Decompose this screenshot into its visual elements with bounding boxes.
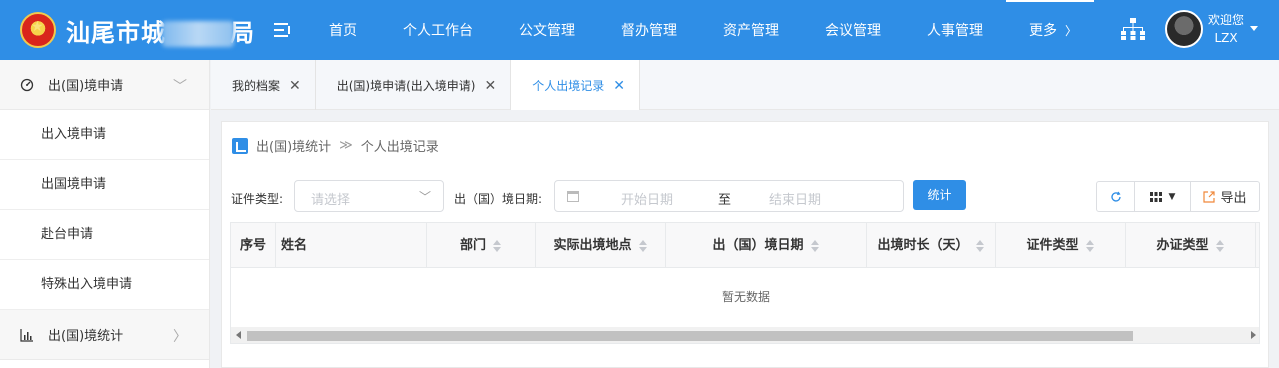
nav-assets[interactable]: 资产管理 bbox=[700, 0, 802, 60]
date-range-picker[interactable]: 开始日期 至 结束日期 bbox=[554, 180, 904, 212]
nav-home[interactable]: 首页 bbox=[306, 0, 380, 60]
caret-down-icon: ▼ bbox=[1168, 191, 1176, 202]
user-menu-caret-icon[interactable] bbox=[1250, 26, 1258, 31]
sort-icon[interactable] bbox=[975, 239, 985, 252]
tab-label: 出(国)境申请(出入境申请) bbox=[336, 79, 476, 93]
sidebar-item-taiwan[interactable]: 赴台申请 bbox=[0, 210, 209, 260]
bar-chart-icon bbox=[20, 328, 33, 342]
scroll-left-icon[interactable] bbox=[236, 331, 241, 339]
records-table: 序号 姓名 部门 实际出境地点 出（国）境日期 出境时长（天） 证件类型 办证类… bbox=[230, 222, 1260, 344]
col-issue-type[interactable]: 办证类型 bbox=[1126, 223, 1256, 268]
sort-icon[interactable] bbox=[492, 239, 502, 252]
end-date-input[interactable]: 结束日期 bbox=[769, 189, 821, 208]
col-exit-date[interactable]: 出（国）境日期 bbox=[666, 223, 867, 268]
app-title: 汕尾市城局 bbox=[66, 13, 255, 48]
chevron-down-icon: ﹀ bbox=[418, 190, 431, 204]
chart-icon bbox=[232, 137, 248, 154]
table-header: 序号 姓名 部门 实际出境地点 出（国）境日期 出境时长（天） 证件类型 办证类… bbox=[231, 223, 1259, 268]
sidebar-item-special[interactable]: 特殊出入境申请 bbox=[0, 260, 209, 310]
col-exit-location[interactable]: 实际出境地点 bbox=[536, 223, 666, 268]
start-date-input[interactable]: 开始日期 bbox=[621, 189, 673, 208]
gauge-icon bbox=[20, 78, 34, 91]
close-icon[interactable]: ✕ bbox=[484, 78, 496, 94]
tab-my-archive[interactable]: 我的档案 ✕ bbox=[211, 60, 316, 110]
close-icon[interactable]: ✕ bbox=[613, 78, 625, 94]
close-icon[interactable]: ✕ bbox=[289, 78, 301, 94]
menu-collapse-icon[interactable] bbox=[274, 21, 292, 39]
columns-button[interactable]: ▼ bbox=[1135, 182, 1191, 211]
sidebar-group-apply-label: 出(国)境申请 bbox=[48, 79, 124, 94]
sidebar-group-stats[interactable]: 出(国)境统计 〉 bbox=[0, 310, 209, 360]
top-header: 汕尾市城局 首页 个人工作台 公文管理 督办管理 资产管理 会议管理 人事管理 … bbox=[0, 0, 1279, 60]
calendar-icon bbox=[567, 191, 579, 202]
nav-more[interactable]: 更多〉 bbox=[1006, 0, 1100, 60]
tab-personal-exit-records[interactable]: 个人出境记录 ✕ bbox=[511, 60, 640, 110]
export-button[interactable]: 导出 bbox=[1191, 182, 1259, 211]
empty-state: 暂无数据 bbox=[721, 290, 770, 304]
sort-icon[interactable] bbox=[638, 239, 648, 252]
sidebar-group-stats-label: 出(国)境统计 bbox=[48, 329, 124, 344]
welcome-text: 欢迎您 bbox=[1208, 13, 1245, 27]
title-redaction bbox=[162, 21, 234, 47]
sidebar: 出(国)境申请 ﹀ 出入境申请 出国境申请 赴台申请 特殊出入境申请 出(国)境… bbox=[0, 60, 210, 368]
cert-type-placeholder: 请选择 bbox=[311, 193, 351, 208]
sidebar-item-entry-exit[interactable]: 出入境申请 bbox=[0, 110, 209, 160]
chevron-right-icon: 〉 bbox=[1065, 24, 1078, 38]
nav-workbench[interactable]: 个人工作台 bbox=[380, 0, 496, 60]
org-chart-icon[interactable] bbox=[1120, 17, 1146, 41]
grid-icon bbox=[1149, 191, 1162, 202]
nav-hr[interactable]: 人事管理 bbox=[904, 0, 1006, 60]
col-department[interactable]: 部门 bbox=[427, 223, 536, 268]
emblem-logo bbox=[20, 12, 56, 48]
col-duration[interactable]: 出境时长（天） bbox=[867, 223, 996, 268]
tab-label: 个人出境记录 bbox=[532, 79, 605, 93]
user-avatar[interactable] bbox=[1165, 10, 1203, 48]
scroll-thumb[interactable] bbox=[247, 331, 1133, 341]
col-index: 序号 bbox=[231, 223, 276, 268]
sort-icon[interactable] bbox=[810, 239, 820, 252]
refresh-icon bbox=[1110, 191, 1121, 202]
date-label: 出（国）境日期: bbox=[454, 192, 543, 206]
nav-documents[interactable]: 公文管理 bbox=[496, 0, 598, 60]
cert-type-select[interactable]: 请选择 ﹀ bbox=[294, 180, 444, 212]
cert-type-label: 证件类型: bbox=[231, 192, 284, 206]
stat-button[interactable]: 统计 bbox=[913, 180, 966, 210]
sort-icon[interactable] bbox=[1085, 239, 1095, 252]
sidebar-item-abroad[interactable]: 出国境申请 bbox=[0, 160, 209, 210]
refresh-button[interactable] bbox=[1097, 182, 1135, 211]
sort-icon[interactable] bbox=[1215, 239, 1225, 252]
user-name: LZX bbox=[1214, 31, 1238, 45]
breadcrumb-separator: ≫ bbox=[339, 138, 353, 153]
content-card: 出(国)境统计 ≫ 个人出境记录 证件类型: 请选择 ﹀ 出（国）境日期: 开始… bbox=[221, 121, 1269, 368]
export-label: 导出 bbox=[1220, 191, 1247, 206]
chevron-down-icon: ﹀ bbox=[173, 79, 187, 95]
nav-supervision[interactable]: 督办管理 bbox=[598, 0, 700, 60]
horizontal-scrollbar[interactable] bbox=[231, 327, 1259, 343]
breadcrumb: 出(国)境统计 ≫ 个人出境记录 bbox=[232, 136, 439, 155]
sidebar-group-apply[interactable]: 出(国)境申请 ﹀ bbox=[0, 60, 209, 110]
col-name: 姓名 bbox=[276, 223, 427, 268]
chevron-right-icon: 〉 bbox=[173, 329, 187, 345]
nav-meetings[interactable]: 会议管理 bbox=[802, 0, 904, 60]
breadcrumb-parent[interactable]: 出(国)境统计 bbox=[256, 136, 331, 155]
nav-more-label: 更多 bbox=[1029, 23, 1057, 39]
table-toolbar: ▼ 导出 bbox=[1096, 181, 1260, 212]
breadcrumb-current: 个人出境记录 bbox=[360, 140, 439, 155]
main-nav: 首页 个人工作台 公文管理 督办管理 资产管理 会议管理 人事管理 更多〉 bbox=[306, 0, 1100, 60]
tab-bar: 我的档案 ✕ 出(国)境申请(出入境申请) ✕ 个人出境记录 ✕ bbox=[211, 60, 1279, 110]
tab-entry-exit-apply[interactable]: 出(国)境申请(出入境申请) ✕ bbox=[316, 60, 512, 110]
scroll-right-icon[interactable] bbox=[1251, 331, 1256, 339]
app-title-prefix: 汕尾市城 bbox=[66, 19, 166, 47]
date-range-separator: 至 bbox=[718, 193, 732, 208]
tab-label: 我的档案 bbox=[232, 79, 281, 93]
col-cert-type[interactable]: 证件类型 bbox=[996, 223, 1126, 268]
export-icon bbox=[1203, 190, 1216, 203]
user-welcome[interactable]: 欢迎您 LZX bbox=[1208, 11, 1244, 47]
